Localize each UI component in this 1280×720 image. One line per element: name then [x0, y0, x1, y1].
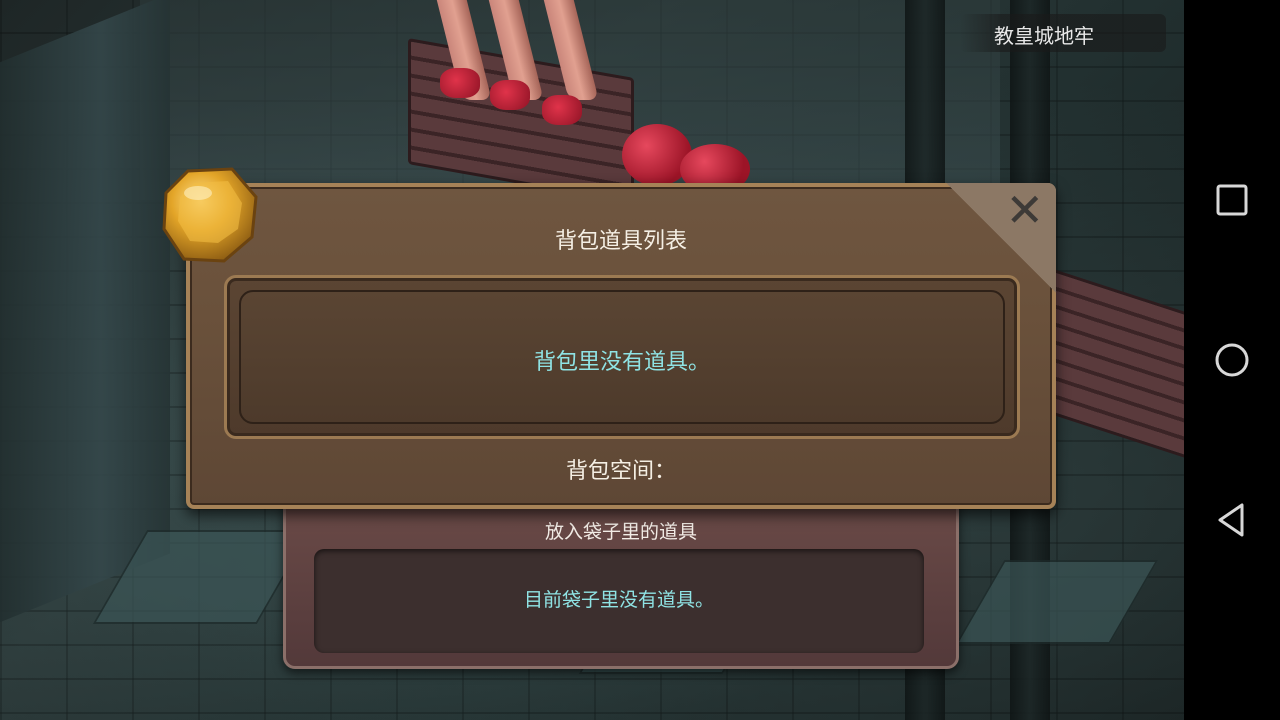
gold-gem-icon [162, 167, 258, 263]
bag-item-list[interactable]: 目前袋子里没有道具。 [314, 549, 924, 653]
home-circle-icon[interactable] [1212, 340, 1252, 380]
spike-base [490, 80, 530, 110]
location-label: 教皇城地牢 [960, 14, 1166, 52]
bag-panel: 放入袋子里的道具 目前袋子里没有道具。 [283, 498, 959, 669]
location-name: 教皇城地牢 [994, 24, 1094, 48]
bag-panel-title: 放入袋子里的道具 [544, 521, 697, 543]
inventory-panel-title: 背包道具列表 [554, 229, 687, 254]
inventory-panel: 背包道具列表 背包里没有道具。 背包空间： ✕ [186, 183, 1056, 509]
android-nav-bar [1184, 0, 1280, 720]
spike-base [440, 68, 480, 98]
recents-square-icon[interactable] [1212, 180, 1252, 220]
spike-base [542, 95, 582, 125]
back-triangle-icon[interactable] [1212, 500, 1252, 540]
inventory-empty-message: 背包里没有道具。 [533, 350, 710, 375]
inventory-space-label: 背包空间： [565, 459, 676, 484]
inventory-list-frame: 背包里没有道具。 [239, 290, 1005, 424]
inventory-item-list[interactable]: 背包里没有道具。 [224, 275, 1020, 439]
bag-empty-message: 目前袋子里没有道具。 [523, 589, 714, 611]
dungeon-scene: 教皇城地牢 放入袋子里的道具 目前袋子里没有道具。 背包道具列表 背包里没有道具… [0, 0, 1184, 720]
close-button[interactable]: ✕ [946, 183, 1056, 293]
close-icon: ✕ [1005, 183, 1044, 237]
